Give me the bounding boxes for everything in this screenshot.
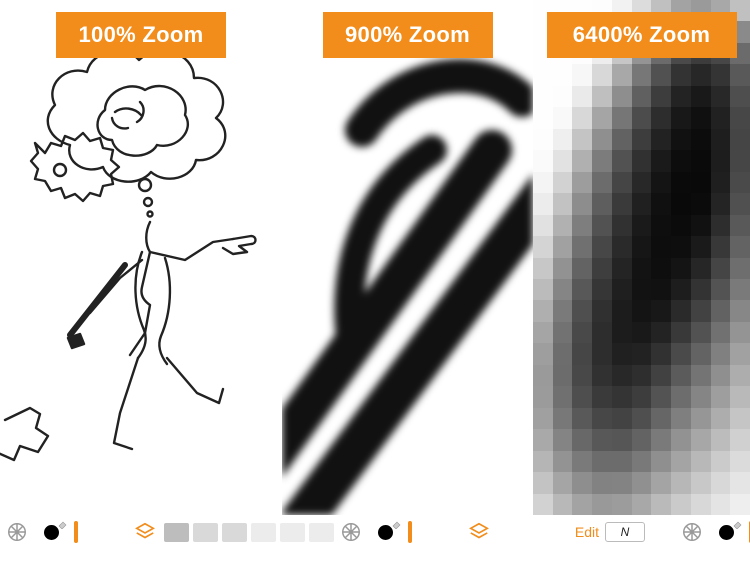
zoom-label-100: 100% Zoom [56, 12, 226, 58]
panel-row: 100% Zoom 900% Zoom 6400% Zoom [0, 0, 750, 515]
thumb-5[interactable] [280, 523, 305, 542]
brush-tool-icon[interactable] [681, 521, 703, 543]
layers-icon[interactable] [468, 521, 490, 543]
toolbar-mid: Edit [334, 515, 599, 549]
toolbar-left [4, 515, 334, 549]
page-thumbnails[interactable] [164, 523, 334, 542]
eraser-icon [392, 519, 402, 529]
zoom-6400-pixels [533, 0, 750, 515]
pen-color-swatch[interactable] [711, 521, 741, 543]
panel-100: 100% Zoom [0, 0, 282, 515]
thumb-3[interactable] [222, 523, 247, 542]
separator [74, 521, 78, 543]
layers-icon[interactable] [134, 521, 156, 543]
eraser-icon [58, 519, 68, 529]
thumb-2[interactable] [193, 523, 218, 542]
toolbar: Edit N [0, 515, 750, 549]
thumb-4[interactable] [251, 523, 276, 542]
brush-tool-icon[interactable] [340, 521, 362, 543]
n-button[interactable]: N [605, 522, 645, 542]
zoom-900-art [282, 0, 533, 515]
sketch-drawing [0, 0, 282, 515]
app-stage: 100% Zoom 900% Zoom 6400% Zoom [0, 0, 750, 563]
edit-button[interactable]: Edit [575, 524, 599, 540]
pen-color-swatch[interactable] [36, 521, 66, 543]
thumb-6[interactable] [309, 523, 334, 542]
separator [408, 521, 412, 543]
panel-6400: 6400% Zoom [533, 0, 750, 515]
pen-color-swatch[interactable] [370, 521, 400, 543]
zoom-label-900: 900% Zoom [323, 12, 493, 58]
eraser-icon [733, 519, 743, 529]
brush-tool-icon[interactable] [6, 521, 28, 543]
panel-900: 900% Zoom [282, 0, 533, 515]
thumb-1[interactable] [164, 523, 189, 542]
zoom-label-6400: 6400% Zoom [547, 12, 737, 58]
toolbar-right: N [599, 515, 750, 549]
